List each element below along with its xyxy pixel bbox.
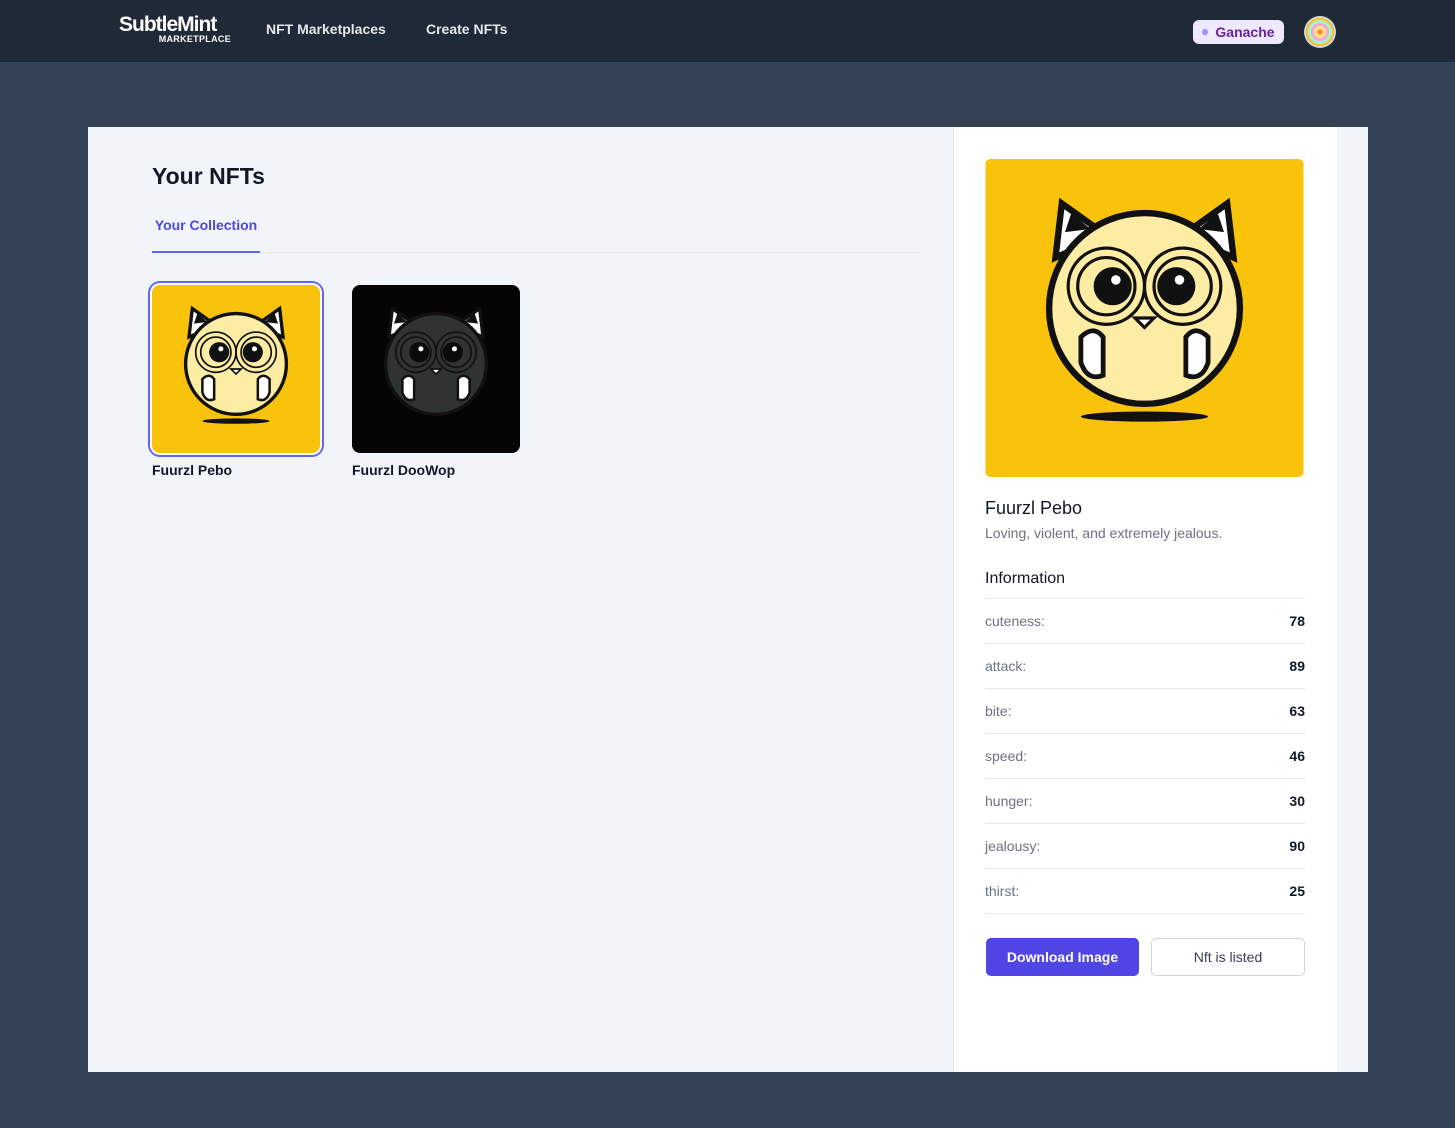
information-heading: Information	[985, 570, 1066, 587]
nav-link-nft-marketplaces[interactable]: NFT Marketplaces	[266, 20, 386, 38]
owl-cat-illustration-icon	[152, 285, 320, 453]
right-gutter	[1337, 127, 1368, 1072]
nft-detail-image	[985, 159, 1304, 477]
attribute-key: bite:	[985, 703, 1012, 719]
attribute-value: 46	[1289, 748, 1305, 764]
nav-link-create-nfts[interactable]: Create NFTs	[426, 20, 507, 38]
attribute-key: hunger:	[985, 793, 1033, 809]
attribute-key: speed:	[985, 748, 1028, 764]
attribute-row: hunger: 30	[985, 779, 1305, 824]
account-avatar[interactable]	[1304, 16, 1336, 48]
download-image-button[interactable]: Download Image	[986, 938, 1139, 976]
top-navbar: SubtleMint MARKETPLACE NFT Marketplaces …	[0, 0, 1455, 62]
attribute-row: cuteness: 78	[985, 599, 1305, 644]
tabs-divider	[152, 252, 920, 253]
nft-thumbnail[interactable]	[152, 285, 320, 453]
attribute-value: 78	[1289, 613, 1305, 629]
tab-your-collection[interactable]: Your Collection	[152, 213, 260, 253]
attribute-value: 89	[1289, 658, 1305, 674]
attribute-key: thirst:	[985, 883, 1020, 899]
attribute-key: jealousy:	[985, 838, 1041, 854]
attribute-row: speed: 46	[985, 734, 1305, 779]
network-label: Ganache	[1215, 24, 1275, 40]
nft-card-name: Fuurzl Pebo	[152, 462, 233, 478]
owl-cat-illustration-icon	[985, 159, 1304, 477]
attribute-value: 30	[1289, 793, 1305, 809]
brand-subtitle: MARKETPLACE	[158, 34, 231, 44]
attribute-key: attack:	[985, 658, 1027, 674]
attribute-value: 90	[1289, 838, 1305, 854]
network-status-dot-icon	[1202, 29, 1209, 35]
attribute-key: cuteness:	[985, 613, 1045, 629]
attribute-row: jealousy: 90	[985, 824, 1305, 869]
attribute-row: thirst: 25	[985, 869, 1305, 914]
nft-detail-description: Loving, violent, and extremely jealous.	[985, 525, 1223, 541]
network-badge[interactable]: Ganache	[1193, 20, 1284, 44]
nft-card-name: Fuurzl DooWop	[352, 462, 456, 478]
attribute-value: 25	[1289, 883, 1305, 899]
collection-panel-lower	[88, 699, 953, 1072]
page-title: Your NFTs	[152, 163, 265, 189]
nft-detail-name: Fuurzl Pebo	[985, 498, 1083, 518]
brand-logo[interactable]: SubtleMint MARKETPLACE	[119, 13, 233, 47]
attribute-row: attack: 89	[985, 644, 1305, 689]
owl-cat-illustration-icon	[352, 285, 520, 453]
attributes-table: cuteness: 78 attack: 89 bite: 63 speed: …	[985, 598, 1305, 914]
attribute-value: 63	[1289, 703, 1305, 719]
attribute-row: bite: 63	[985, 689, 1305, 734]
nft-thumbnail[interactable]	[352, 285, 520, 453]
nft-listed-button[interactable]: Nft is listed	[1151, 938, 1305, 976]
